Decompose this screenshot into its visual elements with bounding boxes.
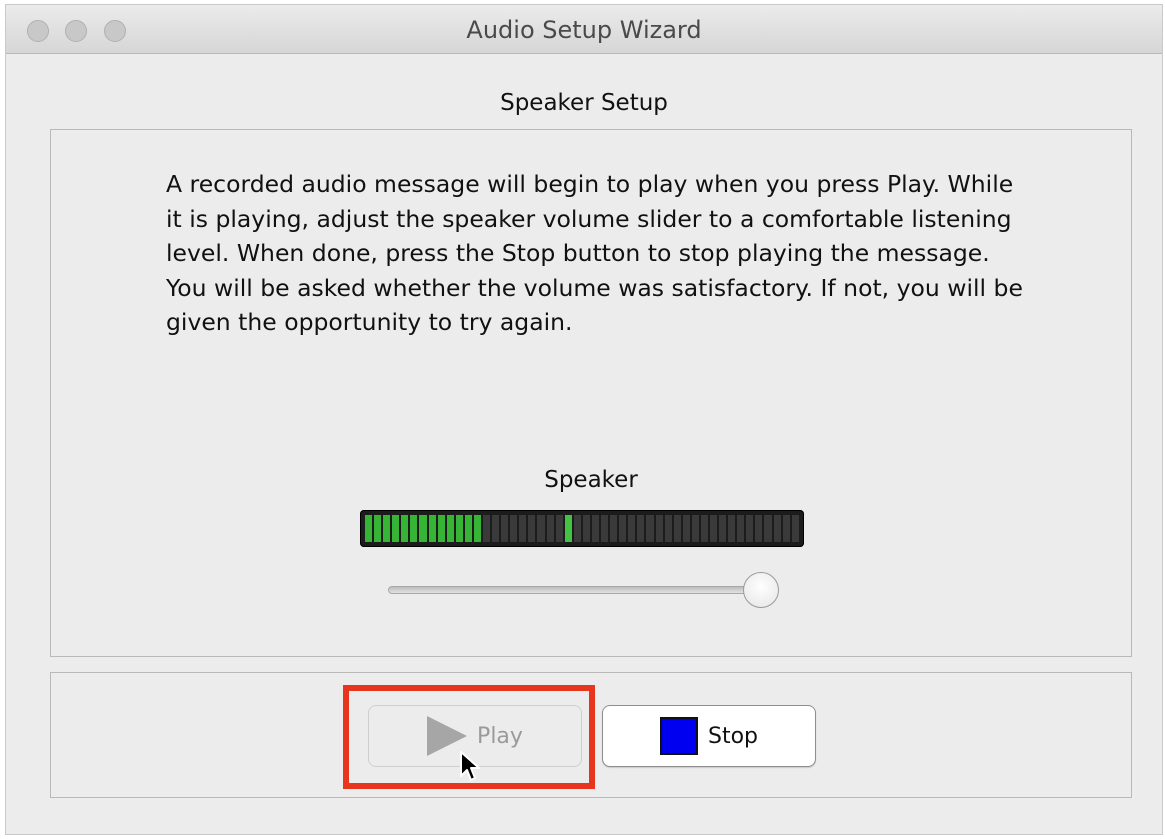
meter-segment: [383, 515, 391, 542]
mouse-cursor-icon: [460, 751, 480, 781]
meter-segment: [446, 515, 454, 542]
meter-segment: [419, 515, 427, 542]
meter-segment: [555, 515, 563, 542]
stop-button-label: Stop: [707, 723, 758, 749]
speaker-level-meter: [360, 510, 804, 547]
meter-segment: [628, 515, 636, 542]
meter-segment: [483, 515, 491, 542]
meter-segment: [546, 515, 554, 542]
meter-segment: [374, 515, 382, 542]
slider-knob[interactable]: [743, 572, 780, 608]
meter-segment: [601, 515, 609, 542]
meter-segment: [519, 515, 527, 542]
meter-segment: [582, 515, 590, 542]
title-bar[interactable]: Audio Setup Wizard: [6, 5, 1162, 54]
meter-segment: [719, 515, 727, 542]
meter-segment: [510, 515, 518, 542]
window-title: Audio Setup Wizard: [466, 16, 702, 44]
meter-segment: [764, 515, 772, 542]
meter-segment: [401, 515, 409, 542]
meter-segment: [737, 515, 745, 542]
meter-segment: [501, 515, 509, 542]
meter-segment: [564, 515, 572, 542]
meter-segment: [455, 515, 463, 542]
meter-segment: [755, 515, 763, 542]
meter-segment: [673, 515, 681, 542]
meter-segment: [709, 515, 718, 542]
meter-segment: [537, 515, 545, 542]
speaker-label: Speaker: [544, 467, 638, 493]
meter-segment: [773, 515, 781, 542]
audio-setup-window: Audio Setup Wizard Speaker Setup A recor…: [5, 4, 1163, 835]
meter-segment: [610, 515, 618, 542]
meter-segment: [619, 515, 627, 542]
meter-segment: [664, 515, 672, 542]
speaker-volume-slider[interactable]: [388, 572, 780, 608]
section-title: Speaker Setup: [500, 90, 668, 116]
meter-segment: [473, 515, 482, 542]
meter-segment: [682, 515, 690, 542]
meter-segment: [365, 515, 373, 542]
meter-segment: [700, 515, 708, 542]
meter-segment: [655, 515, 663, 542]
meter-segment: [437, 515, 445, 542]
meter-segment: [746, 515, 754, 542]
button-panel: Play Stop: [50, 672, 1132, 798]
stop-icon: [659, 717, 698, 755]
meter-segment: [691, 515, 699, 542]
meter-segment: [573, 515, 581, 542]
meter-segment: [464, 515, 472, 542]
meter-segment: [728, 515, 736, 542]
meter-segment: [637, 515, 645, 542]
meter-segment: [782, 515, 790, 542]
meter-segment: [410, 515, 418, 542]
instructions-text: A recorded audio message will begin to p…: [166, 170, 1023, 336]
meter-segment: [791, 515, 799, 542]
stop-button[interactable]: Stop: [602, 705, 816, 767]
meter-segment: [428, 515, 436, 542]
speaker-setup-panel: A recorded audio message will begin to p…: [50, 129, 1132, 657]
meter-segment: [392, 515, 400, 542]
meter-segment: [646, 515, 654, 542]
meter-segment: [591, 515, 600, 542]
meter-segment: [492, 515, 500, 542]
meter-segment: [528, 515, 536, 542]
